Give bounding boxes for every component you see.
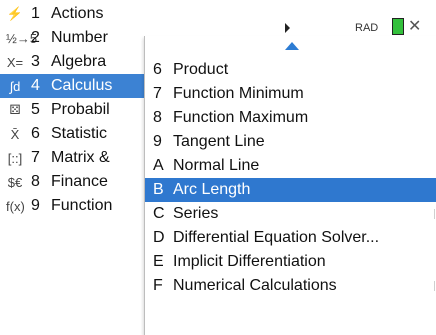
submenu-item-key: 8: [153, 109, 162, 126]
submenu-item-normal-line[interactable]: A Normal Line: [145, 154, 436, 178]
matrix-icon: [::]: [7, 150, 23, 166]
submenu-item-key: A: [153, 157, 164, 174]
submenu-item-series[interactable]: C Series: [145, 202, 436, 226]
menu-item-number: 1: [31, 5, 40, 22]
submenu-item-key: F: [153, 277, 163, 294]
submenu-item-label: Numerical Calculations: [173, 277, 337, 294]
submenu-indicator: [434, 209, 435, 219]
algebra-icon: X=: [6, 54, 24, 70]
submenu-item-label: Arc Length: [173, 181, 251, 198]
submenu-item-implicit-differentiation[interactable]: E Implicit Differentiation: [145, 250, 436, 274]
menu-item-number: 2: [31, 29, 40, 46]
dice-icon: ⚄: [9, 102, 21, 117]
close-icon[interactable]: ✕: [408, 16, 421, 36]
submenu-item-numerical-calculations[interactable]: F Numerical Calculations: [145, 274, 436, 298]
menu-item-label: Number: [51, 29, 108, 46]
battery-icon: [392, 18, 404, 35]
submenu-item-key: E: [153, 253, 164, 270]
submenu-item-key: 9: [153, 133, 162, 150]
submenu-item-label: Normal Line: [173, 157, 260, 174]
menu-item-number: 3: [31, 53, 40, 70]
actions-icon: ⚡: [6, 6, 24, 21]
submenu-item-label: Series: [173, 205, 219, 222]
submenu-item-function-maximum[interactable]: 8 Function Maximum: [145, 106, 436, 130]
submenu-item-key: 7: [153, 85, 162, 102]
submenu-indicator: [434, 281, 435, 291]
menu-item-label: Probabil: [51, 101, 110, 118]
menu-item-label: Finance: [51, 173, 108, 190]
submenu-item-label: Implicit Differentiation: [173, 253, 326, 270]
angle-mode-indicator: RAD: [355, 22, 379, 34]
menu-item-number: 5: [31, 101, 40, 118]
menu-item-label: Matrix &: [51, 149, 110, 166]
submenu-item-key: B: [153, 181, 164, 198]
menu-item-label: Function: [51, 197, 113, 214]
menu-item-label: Calculus: [51, 77, 113, 94]
menu-item-actions[interactable]: ⚡ 1 Actions: [0, 2, 180, 26]
submenu-arrow-icon: [285, 23, 290, 33]
submenu-item-product[interactable]: 6 Product: [145, 58, 436, 82]
menu-item-label: Statistic: [51, 125, 108, 142]
submenu-item-key: D: [153, 229, 165, 246]
calculus-icon: ∫d: [9, 78, 21, 94]
menu-item-number: 7: [31, 149, 40, 166]
submenu-item-label: Product: [173, 61, 229, 78]
submenu-item-key: C: [153, 205, 165, 222]
menu-item-label: Actions: [51, 5, 104, 22]
calculus-submenu: 6 Product 7 Function Minimum 8 Function …: [144, 36, 436, 335]
submenu-item-label: Differential Equation Solver...: [173, 229, 380, 246]
menu-item-number: 8: [31, 173, 40, 190]
menu-item-number: 9: [31, 197, 40, 214]
submenu-item-label: Function Minimum: [173, 85, 304, 102]
submenu-item-key: 6: [153, 61, 162, 78]
submenu-item-tangent-line[interactable]: 9 Tangent Line: [145, 130, 436, 154]
scroll-up-icon[interactable]: [285, 42, 299, 50]
submenu-item-function-minimum[interactable]: 7 Function Minimum: [145, 82, 436, 106]
number-icon: ½→5: [6, 30, 38, 46]
menu-item-label: Algebra: [51, 53, 107, 70]
function-icon: f(x): [6, 198, 25, 214]
submenu-item-label: Tangent Line: [173, 133, 265, 150]
currency-icon: $€: [7, 174, 23, 190]
mean-icon: X̄: [10, 126, 20, 142]
submenu-item-arc-length[interactable]: B Arc Length: [145, 178, 436, 202]
submenu-item-differential-equation-solver[interactable]: D Differential Equation Solver...: [145, 226, 436, 250]
menu-item-number: 6: [31, 125, 40, 142]
menu-item-number: 4: [31, 77, 40, 94]
submenu-item-label: Function Maximum: [173, 109, 309, 126]
